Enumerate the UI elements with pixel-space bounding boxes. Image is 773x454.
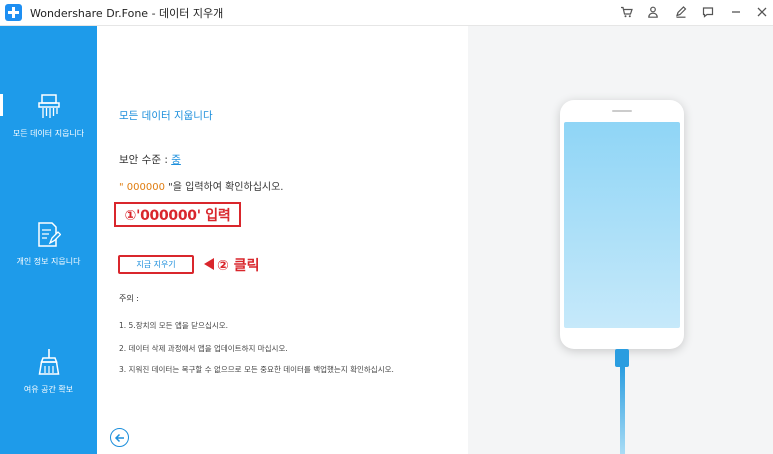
notes-title: 주의 : — [119, 294, 139, 303]
cable-plug — [615, 349, 629, 367]
sidebar: 모든 데이터 지웁니다 개인 정보 지웁니다 여유 공간 확보 — [0, 26, 97, 454]
annotation-arrow-icon — [204, 258, 214, 270]
user-icon[interactable] — [645, 4, 661, 20]
annotation-erase-box: 지금 지우기 — [118, 255, 194, 274]
sidebar-item-label: 모든 데이터 지웁니다 — [12, 129, 85, 138]
confirm-instruction: " 000000 "을 입력하여 확인하십시오. — [119, 178, 283, 193]
security-level-link[interactable]: 중 — [171, 154, 181, 166]
app-name: Wondershare Dr.Fone — [30, 7, 149, 20]
close-icon[interactable] — [754, 4, 770, 20]
phone-illustration — [560, 100, 684, 349]
usb-cable — [620, 367, 625, 454]
security-level: 보안 수준 : 중 — [119, 152, 181, 167]
sidebar-item-label: 여유 공간 확보 — [23, 385, 74, 394]
erase-now-button[interactable]: 지금 지우기 — [136, 259, 175, 270]
instruction-quote-open: " — [119, 182, 127, 193]
annotation-step-1: ①'000000' 입력 — [124, 207, 231, 224]
title-separator: - — [148, 7, 160, 20]
shredder-icon — [37, 94, 60, 124]
phone-screen — [564, 122, 680, 328]
edit-icon[interactable] — [673, 4, 689, 20]
note-item: 2. 데이터 삭제 과정에서 앱을 업데이트하지 마십시오. — [119, 344, 288, 353]
device-panel — [468, 26, 773, 454]
sidebar-item-erase-private[interactable]: 개인 정보 지웁니다 — [0, 222, 97, 267]
window-title: Wondershare Dr.Fone - 데이터 지우개 — [30, 5, 223, 21]
note-item: 1. 5.장치의 모든 앱을 닫으십시오. — [119, 321, 229, 330]
broom-icon — [38, 348, 60, 380]
annotation-input-code: ①'000000' 입력 — [114, 202, 241, 227]
feedback-icon[interactable] — [700, 4, 716, 20]
sidebar-item-label: 개인 정보 지웁니다 — [16, 257, 81, 266]
drfone-logo-icon — [5, 4, 22, 21]
sidebar-item-free-space[interactable]: 여유 공간 확보 — [0, 348, 97, 395]
phone-speaker — [612, 110, 632, 112]
sidebar-item-erase-all[interactable]: 모든 데이터 지웁니다 — [0, 94, 97, 139]
module-name: 데이터 지우개 — [159, 7, 224, 20]
security-level-label: 보안 수준 : — [119, 154, 172, 166]
page-title: 모든 데이터 지웁니다 — [119, 110, 213, 122]
title-bar: Wondershare Dr.Fone - 데이터 지우개 — [0, 0, 773, 26]
minimize-icon[interactable] — [728, 4, 744, 20]
document-edit-icon — [37, 222, 61, 252]
arrow-left-icon — [114, 433, 124, 442]
note-item: 3. 지워진 데이터는 복구할 수 없으므로 모든 중요한 데이터를 백업했는지… — [119, 365, 394, 374]
cart-icon[interactable] — [618, 4, 634, 20]
main-panel: 모든 데이터 지웁니다 보안 수준 : 중 " 000000 "을 입력하여 확… — [97, 26, 468, 454]
instruction-text: "을 입력하여 확인하십시오. — [164, 182, 284, 193]
back-button[interactable] — [110, 428, 129, 447]
annotation-step-2: ② 클릭 — [217, 258, 260, 274]
confirm-code: 000000 — [126, 182, 165, 193]
